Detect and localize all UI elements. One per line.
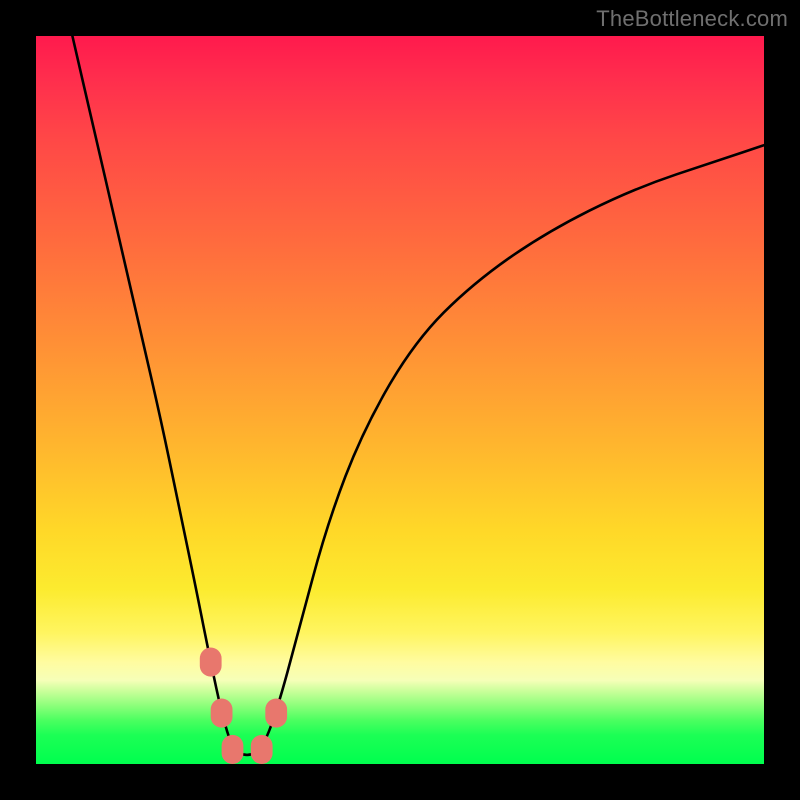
chart-stage: TheBottleneck.com [0,0,800,800]
marker-trough-right [251,735,273,764]
plot-area [36,36,764,764]
marker-left-upper [200,648,222,677]
marker-right-upper [265,699,287,728]
watermark-text: TheBottleneck.com [596,6,788,32]
marker-left-lower [211,699,233,728]
marker-layer [200,648,287,765]
marker-trough-left [222,735,244,764]
chart-svg [36,36,764,764]
bottleneck-curve [72,36,764,755]
